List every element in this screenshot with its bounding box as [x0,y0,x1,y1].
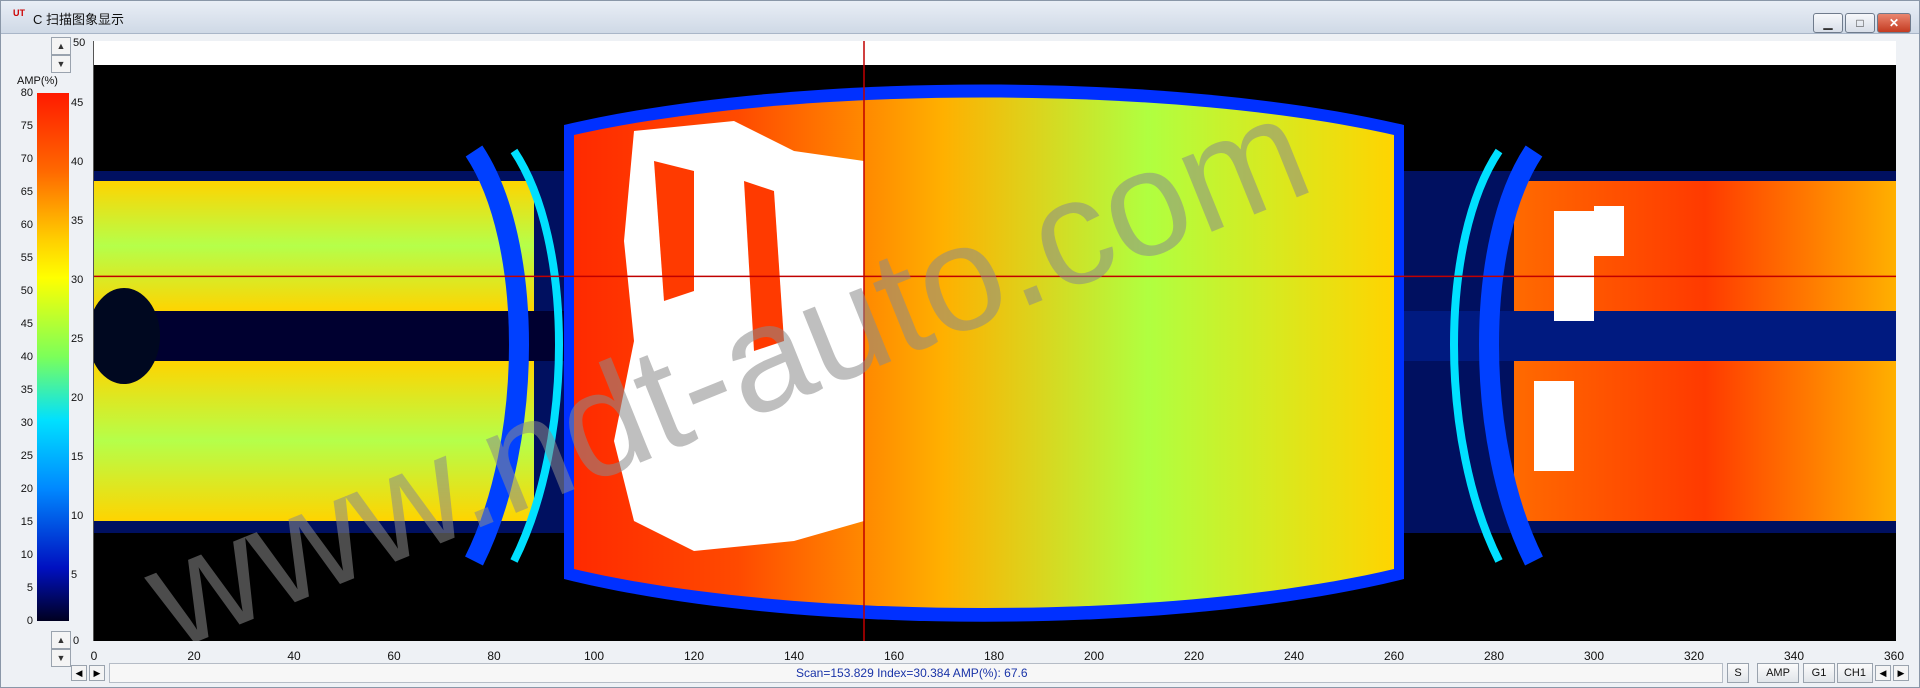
colorbar-outer-tick: 5 [26,582,33,594]
range-low-up-spin[interactable]: ▲ [51,631,71,649]
colorbar-outer-tick: 30 [20,417,33,429]
colorbar-outer-tick: 55 [20,252,33,264]
saturation-region-right-upper [1554,211,1594,321]
x-tick-label: 20 [187,649,201,663]
x-tick-label: 40 [287,649,301,663]
colorbar-outer-tick: 80 [20,87,33,99]
saturation-region-right-upper-2 [1594,206,1624,256]
colorbar-inner-tick: 15 [71,451,84,463]
x-tick-label: 160 [883,649,905,663]
x-tick-label: 260 [1383,649,1405,663]
x-tick-label: 360 [1883,649,1905,663]
range-low-down-spin[interactable]: ▼ [51,649,71,667]
x-tick-label: 200 [1083,649,1105,663]
cscan-plot-area[interactable]: www.ndt-auto.com [88,41,1896,681]
colorbar-outer-tick: 10 [20,549,33,561]
colorbar-inner-tick: 30 [71,274,84,286]
colorbar-outer-tick: 60 [20,219,33,231]
left-upper-band [94,181,534,311]
x-tick-label: 320 [1683,649,1705,663]
x-tick-label: 100 [583,649,605,663]
colorbar-outer-tick: 0 [26,615,33,627]
colorbar-inner-tick: 5 [71,569,78,581]
maximize-button[interactable]: □ [1845,13,1875,33]
left-center-gap [94,311,564,361]
s-button[interactable]: S [1727,663,1749,683]
amplitude-colorbar [37,93,69,621]
title-bar: UT C 扫描图象显示 ▁ □ ✕ [1,1,1919,34]
colorbar-outer-tick: 15 [20,516,33,528]
window-title: C 扫描图象显示 [33,12,125,27]
app-icon: UT [13,8,25,18]
x-tick-label: 60 [387,649,401,663]
scroll-left-arrow[interactable]: ◀ [71,665,87,681]
x-tick-label: 220 [1183,649,1205,663]
colorbar-outer-tick: 50 [20,285,33,297]
colorbar-outer-tick: 45 [20,318,33,330]
channel-next-arrow[interactable]: ▶ [1893,665,1909,681]
colorbar-inner-tick: 40 [71,156,84,168]
range-down-spin[interactable]: ▼ [51,55,71,73]
colorbar-label: AMP(%) [17,75,58,87]
colorbar-outer-tick: 75 [20,120,33,132]
right-center-gap [1404,311,1896,361]
x-tick-label: 340 [1783,649,1805,663]
colorbar-inner-tick: 45 [71,97,84,109]
x-tick-label: 180 [983,649,1005,663]
g1-button[interactable]: G1 [1803,663,1835,683]
colorbar-outer-tick: 20 [20,483,33,495]
colorbar-outer-tick: 25 [20,450,33,462]
amp-button[interactable]: AMP [1757,663,1799,683]
colorbar-outer-tick: 35 [20,384,33,396]
cursor-readout: Scan=153.829 Index=30.384 AMP(%): 67.6 [796,666,1028,680]
scroll-right-arrow[interactable]: ▶ [89,665,105,681]
ch1-button[interactable]: CH1 [1837,663,1873,683]
cscan-image[interactable]: www.ndt-auto.com [88,41,1896,681]
colorbar-outer-tick: 40 [20,351,33,363]
colorbar-inner-tick: 35 [71,215,84,227]
colorbar-inner-tick: 10 [71,510,84,522]
saturation-region-right-lower [1534,381,1574,471]
y-tick-top: 50 [73,37,86,49]
colorbar-outer-tick: 65 [20,186,33,198]
x-tick-label: 140 [783,649,805,663]
y-tick-bottom: 0 [73,635,80,647]
close-button[interactable]: ✕ [1877,13,1911,33]
colorbar-inner-tick: 20 [71,392,84,404]
x-tick-label: 80 [487,649,501,663]
minimize-button[interactable]: ▁ [1813,13,1843,33]
x-tick-label: 0 [90,649,98,663]
x-tick-label: 300 [1583,649,1605,663]
x-tick-label: 280 [1483,649,1505,663]
range-up-spin[interactable]: ▲ [51,37,71,55]
colorbar-outer-tick: 70 [20,153,33,165]
channel-prev-arrow[interactable]: ◀ [1875,665,1891,681]
x-tick-label: 120 [683,649,705,663]
colorbar-inner-tick: 25 [71,333,84,345]
cscan-window: UT C 扫描图象显示 ▁ □ ✕ ▲ ▼ ▲ ▼ AMP(%) 80 75 70 6… [0,0,1920,688]
x-tick-label: 240 [1283,649,1305,663]
